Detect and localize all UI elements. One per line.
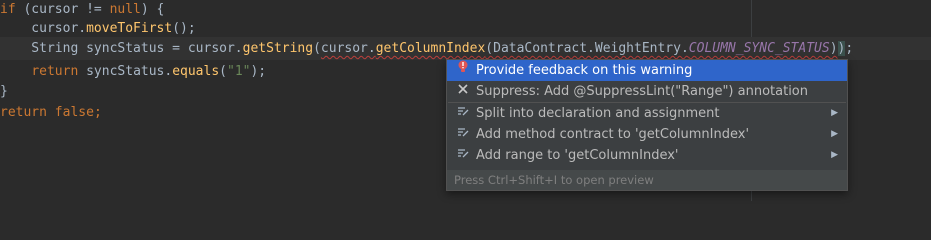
submenu-arrow-icon: ▶: [831, 150, 838, 160]
code-text: ) {: [140, 2, 165, 17]
method-call: getColumnIndex: [375, 41, 486, 56]
menu-item-suppress[interactable]: Suppress: Add @SuppressLint("Range") ann…: [447, 81, 847, 102]
code-text: (: [219, 64, 227, 79]
string-literal: "1": [227, 64, 251, 79]
keyword-return: return: [31, 64, 79, 79]
close-icon: [456, 81, 470, 102]
method-call: getString: [242, 41, 314, 56]
menu-item-label: Add range to 'getColumnIndex': [476, 148, 679, 163]
code-text: ;: [93, 105, 102, 120]
code-text: cursor.: [320, 41, 376, 56]
menu-item-label: Add method contract to 'getColumnIndex': [476, 127, 750, 142]
lightbulb-alert-icon: [456, 60, 470, 81]
code-text: );: [250, 64, 267, 79]
menu-item-label: Provide feedback on this warning: [476, 63, 693, 78]
code-text: ();: [172, 21, 196, 36]
code-text: (cursor !=: [15, 2, 110, 17]
intention-actions-popup: Provide feedback on this warning Suppres…: [446, 59, 848, 191]
keyword-null: null: [109, 2, 141, 17]
code-text: (DataContract.WeightEntry.: [485, 41, 689, 56]
warning-highlight[interactable]: cursor.getColumnIndex(DataContract.Weigh…: [321, 41, 838, 56]
keyword-return: return: [0, 105, 47, 120]
submenu-arrow-icon: ▶: [831, 129, 838, 139]
constant-ref: COLUMN_SYNC_STATUS: [688, 41, 830, 56]
method-call: moveToFirst: [86, 21, 173, 36]
code-text: (: [313, 41, 321, 56]
popup-footer-hint: Press Ctrl+Shift+I to open preview: [447, 170, 847, 190]
menu-item-split-declaration[interactable]: Split into declaration and assignment ▶: [447, 103, 847, 124]
code-line-3-current[interactable]: String syncStatus = cursor.getString(cur…: [0, 37, 931, 60]
code-text: }: [0, 84, 8, 99]
menu-item-add-method-contract[interactable]: Add method contract to 'getColumnIndex' …: [447, 124, 847, 145]
code-text: syncStatus.: [78, 64, 173, 79]
menu-item-label: Suppress: Add @SuppressLint("Range") ann…: [476, 84, 809, 99]
method-call: equals: [172, 64, 220, 79]
code-text: cursor.: [0, 21, 87, 36]
keyword-if: if: [0, 2, 16, 17]
code-text: ;: [845, 41, 854, 56]
submenu-arrow-icon: ▶: [831, 108, 838, 118]
code-text: ): [829, 41, 838, 56]
menu-item-add-range[interactable]: Add range to 'getColumnIndex' ▶: [447, 145, 847, 166]
code-text: String syncStatus = cursor.: [0, 41, 243, 56]
intention-icon: [456, 103, 470, 124]
intention-icon: [456, 145, 470, 166]
intention-icon: [456, 124, 470, 145]
menu-item-label: Split into declaration and assignment: [476, 106, 720, 121]
keyword-false: false: [54, 105, 94, 120]
menu-item-provide-feedback[interactable]: Provide feedback on this warning: [447, 60, 847, 81]
